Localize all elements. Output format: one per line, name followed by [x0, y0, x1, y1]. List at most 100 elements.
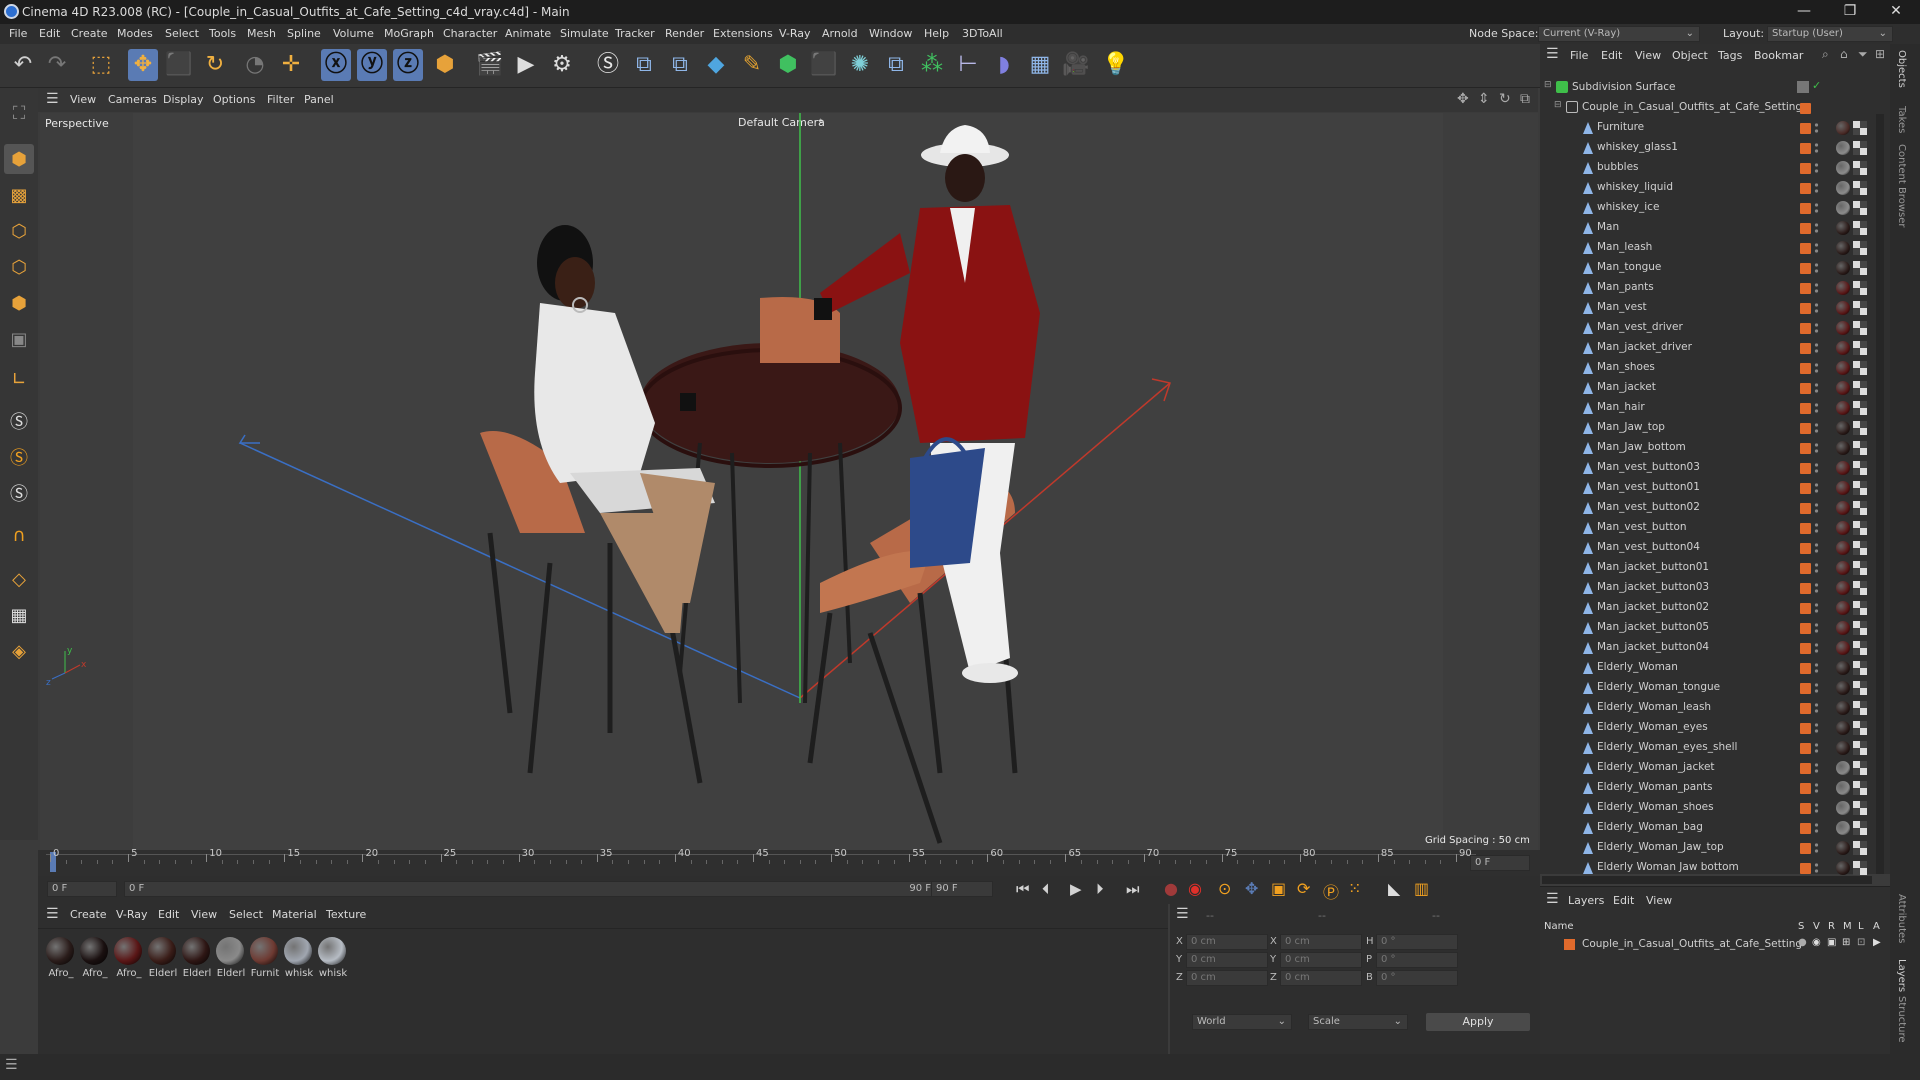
material-tag-icon[interactable] — [1836, 861, 1850, 875]
pen-tool-button[interactable]: ✎ — [737, 49, 767, 81]
vray-tag-icon[interactable] — [1853, 201, 1867, 215]
material-tag-icon[interactable] — [1836, 441, 1850, 455]
object-row[interactable]: Man_vest_button01 — [1540, 478, 1876, 498]
viewport-menu-view[interactable]: View — [70, 93, 96, 106]
visibility-dots-icon[interactable] — [1814, 161, 1819, 175]
material-swatch[interactable]: Afro_ — [114, 937, 144, 979]
object-row[interactable]: Man_jacket — [1540, 378, 1876, 398]
object-row[interactable]: Man_vest — [1540, 298, 1876, 318]
material-tag-icon[interactable] — [1836, 421, 1850, 435]
timeline-window-icon[interactable]: ▥ — [1414, 879, 1429, 898]
vray-tag-icon[interactable] — [1853, 581, 1867, 595]
material-tag-icon[interactable] — [1836, 521, 1850, 535]
object-row[interactable]: Elderly_Woman_leash — [1540, 698, 1876, 718]
material-tag-icon[interactable] — [1836, 321, 1850, 335]
coord-value-field[interactable]: 0 cm — [1186, 952, 1268, 968]
vray-tag-icon[interactable] — [1853, 801, 1867, 815]
vray-tag-icon[interactable] — [1853, 461, 1867, 475]
visibility-dots-icon[interactable] — [1814, 781, 1819, 795]
visibility-dots-icon[interactable] — [1814, 421, 1819, 435]
material-tag-icon[interactable] — [1836, 741, 1850, 755]
filter-icon[interactable]: ⏷ — [1858, 47, 1868, 62]
hamburger-menu-icon[interactable]: ☰ — [46, 92, 59, 106]
material-swatch[interactable]: whisk — [284, 937, 314, 979]
vray-tag-icon[interactable] — [1853, 861, 1867, 875]
object-row[interactable]: Man_vest_button04 — [1540, 538, 1876, 558]
object-row[interactable]: Man_vest_button02 — [1540, 498, 1876, 518]
visibility-dots-icon[interactable] — [1814, 441, 1819, 455]
position-key-icon[interactable]: ✥ — [1245, 879, 1258, 898]
rotate-tool-button[interactable]: ↻ — [200, 49, 230, 81]
object-row[interactable]: Elderly_Woman_jacket — [1540, 758, 1876, 778]
menu-simulate[interactable]: Simulate — [560, 27, 609, 40]
material-tag-icon[interactable] — [1836, 561, 1850, 575]
coordinate-system-button[interactable]: ⬢ — [430, 49, 460, 81]
material-tag-icon[interactable] — [1836, 461, 1850, 475]
snap-button[interactable]: Ⓢ — [4, 406, 34, 436]
points-mode-button[interactable]: ⬡ — [4, 216, 34, 246]
vray-tag-icon[interactable] — [1853, 161, 1867, 175]
material-menu-vray[interactable]: V-Ray — [116, 908, 148, 921]
material-tag-icon[interactable] — [1836, 361, 1850, 375]
visibility-dots-icon[interactable] — [1814, 621, 1819, 635]
menu-tools[interactable]: Tools — [209, 27, 236, 40]
visibility-dots-icon[interactable] — [1814, 681, 1819, 695]
vray-tag-icon[interactable] — [1853, 561, 1867, 575]
visibility-dots-icon[interactable] — [1814, 741, 1819, 755]
range-slider[interactable]: 0 F 90 F — [124, 881, 940, 897]
solo-button[interactable]: Ⓢ — [4, 442, 34, 472]
object-row[interactable]: Man_tongue — [1540, 258, 1876, 278]
vray-tag-icon[interactable] — [1853, 301, 1867, 315]
vray-tag-icon[interactable] — [1853, 241, 1867, 255]
material-tag-icon[interactable] — [1836, 501, 1850, 515]
undo-button[interactable]: ↶ — [8, 49, 38, 81]
object-row[interactable]: bubbles — [1540, 158, 1876, 178]
material-swatch[interactable]: Elderl — [148, 937, 178, 979]
coordinate-mode-select[interactable]: World ⌄ — [1192, 1014, 1292, 1030]
vray-tag-icon[interactable] — [1853, 541, 1867, 555]
tab-attributes[interactable]: Attributes — [1896, 894, 1907, 943]
menu-select[interactable]: Select — [165, 27, 199, 40]
close-button[interactable]: ✕ — [1874, 0, 1918, 24]
material-menu-texture[interactable]: Texture — [326, 908, 366, 921]
material-menu-select[interactable]: Select — [229, 908, 263, 921]
record-keys-icon[interactable]: ● — [1164, 879, 1178, 898]
menu-mograph[interactable]: MoGraph — [384, 27, 434, 40]
object-row[interactable]: Elderly_Woman_bag — [1540, 818, 1876, 838]
menu-extensions[interactable]: Extensions — [713, 27, 773, 40]
visibility-dots-icon[interactable] — [1814, 221, 1819, 235]
object-row[interactable]: Man — [1540, 218, 1876, 238]
menu-render[interactable]: Render — [665, 27, 704, 40]
tab-structure[interactable]: Structure — [1896, 996, 1907, 1043]
vray-tag-icon[interactable] — [1853, 821, 1867, 835]
object-row[interactable]: Man_vest_driver — [1540, 318, 1876, 338]
vray-tag-icon[interactable] — [1853, 121, 1867, 135]
apply-button[interactable]: Apply — [1426, 1013, 1530, 1031]
object-row[interactable]: Man_vest_button03 — [1540, 458, 1876, 478]
rotation-key-icon[interactable]: ⟳ — [1297, 879, 1310, 898]
subdivision-button[interactable]: ⬢ — [773, 49, 803, 81]
home-icon[interactable]: ⌂ — [1840, 47, 1848, 61]
autokey-icon[interactable]: ◉ — [1188, 879, 1202, 898]
vray-tag-icon[interactable] — [1853, 601, 1867, 615]
visibility-dots-icon[interactable] — [1814, 381, 1819, 395]
vray-tag-icon[interactable] — [1853, 321, 1867, 335]
objects-scrollbar[interactable] — [1876, 114, 1884, 874]
visibility-dots-icon[interactable] — [1814, 261, 1819, 275]
object-row[interactable]: Man_jacket_button01 — [1540, 558, 1876, 578]
object-row[interactable]: Man_jacket_button05 — [1540, 618, 1876, 638]
hamburger-menu-icon[interactable]: ☰ — [46, 907, 59, 921]
collapse-icon[interactable]: ⊟ — [1544, 80, 1552, 90]
object-row[interactable]: Man_jacket_driver — [1540, 338, 1876, 358]
vray-tag-icon[interactable] — [1853, 701, 1867, 715]
visibility-dots-icon[interactable] — [1814, 241, 1819, 255]
cube-primitive-button[interactable]: ◆ — [701, 49, 731, 81]
visibility-dots-icon[interactable] — [1814, 401, 1819, 415]
menu-character[interactable]: Character — [443, 27, 497, 40]
visibility-dots-icon[interactable] — [1814, 521, 1819, 535]
material-tag-icon[interactable] — [1836, 121, 1850, 135]
motion-system-icon[interactable]: ◣ — [1388, 879, 1400, 898]
material-tag-icon[interactable] — [1836, 721, 1850, 735]
menu-animate[interactable]: Animate — [505, 27, 551, 40]
vray-tag-icon[interactable] — [1853, 841, 1867, 855]
